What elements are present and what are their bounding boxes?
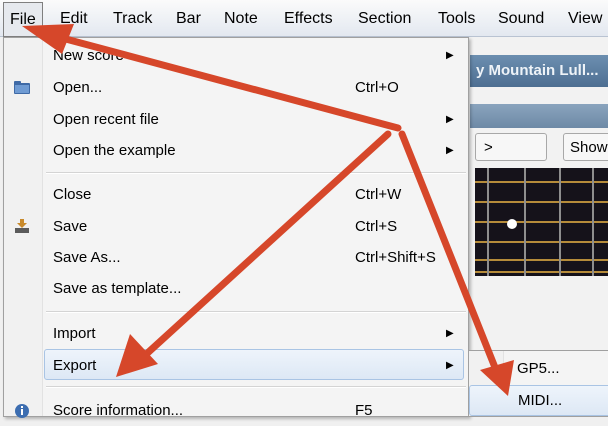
- score-title-bar: y Mountain Lull...: [470, 55, 608, 87]
- file-menu: New score ▶ Open... Ctrl+O Open recent f…: [3, 37, 469, 419]
- submenu-item-label: GP5...: [517, 360, 560, 377]
- menu-item-label: Score information...: [53, 402, 184, 419]
- menu-note[interactable]: Note: [218, 0, 264, 36]
- menu-item-save-as-template[interactable]: Save as template...: [4, 273, 468, 304]
- menu-item-open[interactable]: Open... Ctrl+O: [4, 72, 468, 103]
- menu-item-open-recent-file[interactable]: Open recent file ▶: [4, 104, 468, 135]
- save-icon: [15, 219, 29, 233]
- menu-item-shortcut: Ctrl+O: [355, 79, 399, 96]
- info-icon: [15, 404, 29, 418]
- menu-item-score-information[interactable]: Score information... F5: [4, 395, 468, 426]
- menu-bar-menu[interactable]: Bar: [170, 0, 207, 36]
- menu-item-label: Open recent file: [53, 111, 159, 128]
- export-submenu: GP5... MIDI...: [468, 350, 608, 417]
- submenu-arrow-icon: ▶: [446, 114, 454, 125]
- menu-item-open-example[interactable]: Open the example ▶: [4, 135, 468, 166]
- app-toolbar-strip: [470, 104, 608, 128]
- submenu-arrow-icon: ▶: [446, 328, 454, 339]
- submenu-arrow-icon: ▶: [446, 50, 454, 61]
- fretboard-graphic: [475, 168, 608, 276]
- menu-item-label: Save: [53, 218, 88, 235]
- submenu-item-label: MIDI...: [518, 392, 563, 409]
- menu-item-shortcut: F5: [355, 402, 373, 419]
- menu-item-label: Open the example: [53, 142, 176, 159]
- next-button[interactable]: >: [475, 133, 547, 161]
- menu-item-save-as[interactable]: Save As... Ctrl+Shift+S: [4, 242, 468, 273]
- menu-item-label: Close: [53, 186, 92, 203]
- menu-item-label: Open...: [53, 79, 103, 96]
- menu-item-label: Save as template...: [53, 280, 182, 297]
- menu-file[interactable]: File: [3, 2, 43, 37]
- menu-item-shortcut: Ctrl+Shift+S: [355, 249, 436, 266]
- menu-sound[interactable]: Sound: [492, 0, 550, 36]
- menu-item-label: Save As...: [53, 249, 121, 266]
- menu-separator: [46, 386, 466, 388]
- menu-item-shortcut: Ctrl+S: [355, 218, 398, 235]
- submenu-item-gp5[interactable]: GP5...: [469, 354, 608, 383]
- menu-item-shortcut: Ctrl+W: [355, 186, 402, 203]
- submenu-arrow-icon: ▶: [446, 360, 454, 371]
- menu-track[interactable]: Track: [107, 0, 158, 36]
- score-title: y Mountain Lull...: [476, 62, 599, 79]
- menu-item-close[interactable]: Close Ctrl+W: [4, 179, 468, 210]
- menu-item-import[interactable]: Import ▶: [4, 318, 468, 349]
- menu-separator: [46, 172, 466, 174]
- menu-item-label: Export: [53, 357, 97, 374]
- menu-item-save[interactable]: Save Ctrl+S: [4, 211, 468, 242]
- menu-item-new-score[interactable]: New score ▶: [4, 40, 468, 71]
- menu-section[interactable]: Section: [352, 0, 417, 36]
- fretboard: [475, 168, 608, 276]
- menu-item-export[interactable]: Export ▶: [44, 349, 464, 380]
- submenu-item-midi[interactable]: MIDI...: [469, 385, 608, 416]
- folder-icon: [14, 81, 30, 94]
- menu-view[interactable]: View: [562, 0, 608, 36]
- menu-effects[interactable]: Effects: [278, 0, 339, 36]
- menu-edit[interactable]: Edit: [54, 0, 94, 36]
- menu-separator: [46, 311, 466, 313]
- show-button[interactable]: Show: [563, 133, 608, 161]
- menu-item-label: New score: [53, 47, 124, 64]
- menu-bar: File Edit Track Bar Note Effects Section…: [0, 0, 608, 37]
- menu-tools[interactable]: Tools: [432, 0, 481, 36]
- submenu-arrow-icon: ▶: [446, 145, 454, 156]
- menu-item-label: Import: [53, 325, 96, 342]
